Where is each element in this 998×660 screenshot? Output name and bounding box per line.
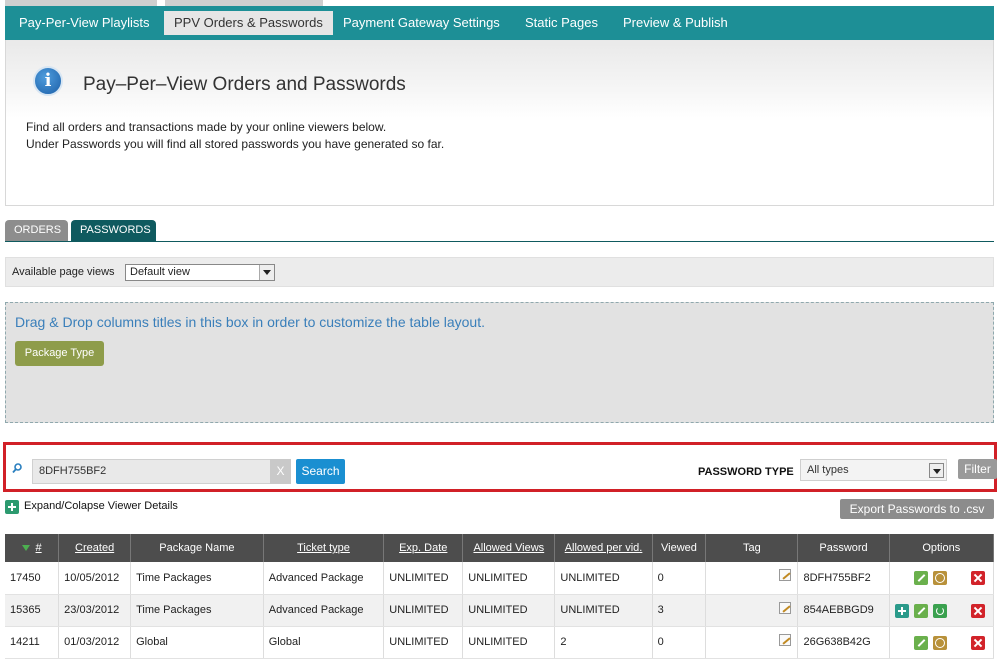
page-views-label: Available page views — [12, 266, 115, 278]
nav-payment-gateway[interactable]: Payment Gateway Settings — [333, 11, 510, 35]
col-header-exp-date[interactable]: Exp. Date — [383, 534, 464, 562]
delete-icon[interactable] — [970, 603, 985, 618]
cell-per-vid: UNLIMITED — [554, 594, 653, 627]
password-type-selected: All types — [807, 464, 849, 476]
block-icon[interactable] — [932, 635, 947, 650]
page-description: Find all orders and transactions made by… — [26, 119, 444, 153]
nav-ppv-playlists[interactable]: Pay-Per-View Playlists — [9, 11, 160, 35]
column-drop-zone[interactable]: Drag & Drop columns titles in this box i… — [5, 302, 994, 423]
power-icon[interactable] — [932, 603, 947, 618]
add-icon[interactable] — [894, 603, 909, 618]
block-icon[interactable] — [932, 571, 947, 585]
nav-ppv-orders-passwords[interactable]: PPV Orders & Passwords — [164, 11, 333, 35]
col-header-viewed: Viewed — [652, 534, 707, 562]
col-header-allowed-per-vid[interactable]: Allowed per vid. — [554, 534, 653, 562]
delete-icon[interactable] — [970, 571, 985, 585]
export-csv-button[interactable]: Export Passwords to .csv — [840, 499, 994, 519]
col-header-options: Options — [889, 534, 995, 562]
cell-options — [889, 594, 995, 627]
page-header: Pay–Per–View Orders and Passwords Find a… — [5, 40, 994, 206]
table-header-row: # Created Package Name Ticket type Exp. … — [5, 534, 995, 562]
cell-id: 17450 — [5, 562, 60, 595]
cell-per-vid: UNLIMITED — [554, 562, 653, 595]
cell-ticket: Global — [263, 626, 385, 659]
cell-ticket: Advanced Package — [263, 562, 385, 595]
search-button[interactable]: Search — [296, 459, 345, 484]
cell-exp: UNLIMITED — [383, 626, 464, 659]
cell-viewed: 0 — [652, 626, 707, 659]
cell-password: 8DFH755BF2 — [797, 562, 890, 595]
edit-icon[interactable] — [913, 571, 928, 585]
tab-passwords[interactable]: PASSWORDS — [71, 220, 156, 241]
cell-viewed: 3 — [652, 594, 707, 627]
cell-id: 15365 — [5, 594, 60, 627]
table-row: 14211 01/03/2012 Global Global UNLIMITED… — [5, 626, 995, 659]
chevron-down-icon[interactable] — [259, 265, 274, 280]
search-icon — [12, 463, 22, 473]
plus-icon[interactable] — [5, 500, 19, 514]
cell-tag — [705, 626, 799, 659]
col-header-password: Password — [797, 534, 890, 562]
cell-password: 854AEBBGD9 — [797, 594, 890, 627]
edit-icon[interactable] — [913, 635, 928, 650]
table-row: 15365 23/03/2012 Time Packages Advanced … — [5, 594, 995, 627]
cell-allowed: UNLIMITED — [462, 626, 556, 659]
page-views-select[interactable]: Default view — [125, 264, 275, 281]
col-header-package-name: Package Name — [130, 534, 264, 562]
drop-zone-hint: Drag & Drop columns titles in this box i… — [15, 314, 485, 330]
col-header-allowed-views[interactable]: Allowed Views — [462, 534, 556, 562]
nav-static-pages[interactable]: Static Pages — [515, 11, 608, 35]
package-type-chip[interactable]: Package Type — [15, 341, 104, 366]
tab-divider — [5, 241, 994, 242]
col-header-created[interactable]: Created — [58, 534, 132, 562]
chevron-down-icon[interactable] — [929, 463, 944, 478]
cell-options — [889, 562, 995, 595]
sort-arrow-icon[interactable] — [21, 545, 30, 552]
description-line-1: Find all orders and transactions made by… — [26, 120, 387, 134]
passwords-table: # Created Package Name Ticket type Exp. … — [5, 534, 995, 659]
filter-button[interactable]: Filter — [958, 459, 997, 479]
nav-preview-publish[interactable]: Preview & Publish — [613, 11, 738, 35]
cell-ticket: Advanced Package — [263, 594, 385, 627]
cell-options — [889, 626, 995, 659]
info-icon — [33, 66, 63, 96]
col-header-id[interactable]: # — [5, 534, 60, 562]
cell-tag — [705, 562, 799, 595]
main-nav: Pay-Per-View Playlists PPV Orders & Pass… — [5, 6, 994, 40]
cell-exp: UNLIMITED — [383, 594, 464, 627]
password-type-label: PASSWORD TYPE — [698, 466, 794, 478]
description-line-2: Under Passwords you will find all stored… — [26, 137, 445, 151]
cell-tag — [705, 594, 799, 627]
edit-tag-icon[interactable] — [779, 569, 792, 581]
edit-tag-icon[interactable] — [779, 601, 792, 614]
delete-icon[interactable] — [970, 635, 985, 650]
page-views-bar: Available page views Default view — [5, 257, 994, 287]
cell-password: 26G638B42G — [797, 626, 890, 659]
cell-allowed: UNLIMITED — [462, 594, 556, 627]
search-input[interactable]: 8DFH755BF2 — [32, 459, 271, 484]
page-views-selected: Default view — [130, 266, 190, 278]
expand-collapse-label[interactable]: Expand/Colapse Viewer Details — [24, 500, 178, 512]
cell-package: Time Packages — [130, 562, 264, 595]
clear-search-button[interactable]: X — [270, 459, 291, 484]
cell-per-vid: 2 — [554, 626, 653, 659]
cell-id: 14211 — [5, 626, 60, 659]
tab-orders[interactable]: ORDERS — [5, 220, 68, 241]
edit-icon[interactable] — [913, 603, 928, 618]
cell-viewed: 0 — [652, 562, 707, 595]
search-bar: 8DFH755BF2 X Search PASSWORD TYPE All ty… — [3, 442, 997, 492]
page-title: Pay–Per–View Orders and Passwords — [83, 74, 406, 95]
cell-created: 23/03/2012 — [58, 594, 132, 627]
cell-created: 10/05/2012 — [58, 562, 132, 595]
password-type-select[interactable]: All types — [800, 459, 947, 481]
cell-allowed: UNLIMITED — [462, 562, 556, 595]
cell-created: 01/03/2012 — [58, 626, 132, 659]
cell-exp: UNLIMITED — [383, 562, 464, 595]
edit-tag-icon[interactable] — [779, 633, 792, 646]
table-row: 17450 10/05/2012 Time Packages Advanced … — [5, 562, 995, 595]
col-header-ticket-type[interactable]: Ticket type — [263, 534, 385, 562]
col-header-tag: Tag — [705, 534, 799, 562]
cell-package: Time Packages — [130, 594, 264, 627]
cell-package: Global — [130, 626, 264, 659]
